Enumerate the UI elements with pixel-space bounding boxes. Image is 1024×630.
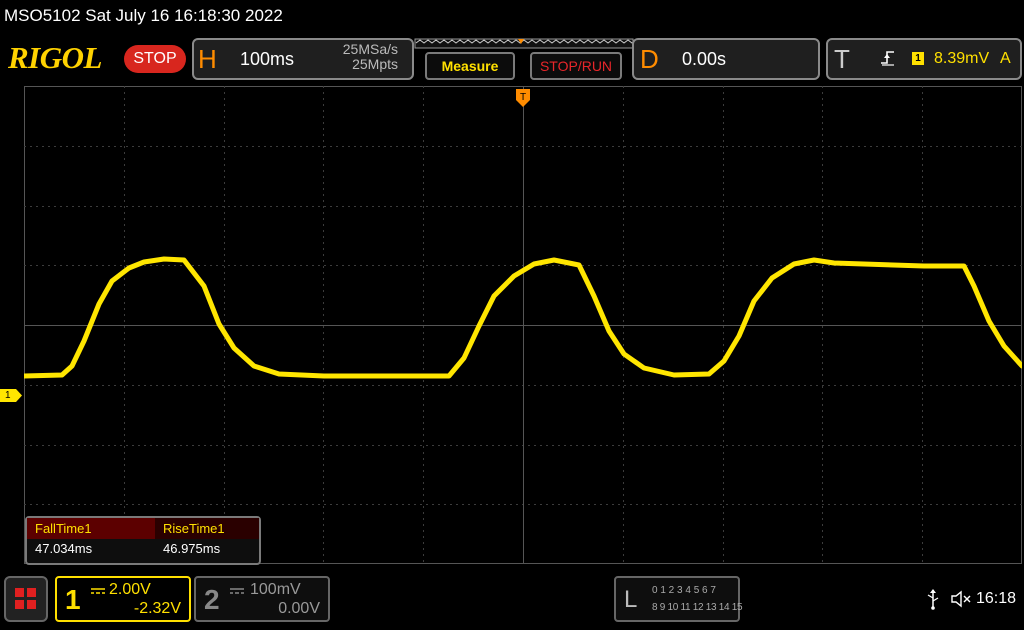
channel1-offset: -2.32V bbox=[133, 600, 181, 617]
sample-info: 25MSa/s 25Mpts bbox=[328, 42, 398, 72]
measurement-value-fall: 47.034ms bbox=[35, 541, 93, 556]
dc-coupling-icon bbox=[91, 588, 105, 594]
trigger-letter: T bbox=[834, 44, 850, 74]
stop-run-button[interactable]: STOP/RUN bbox=[530, 52, 622, 80]
logic-row-2: 8 9 10 11 12 13 14 15 bbox=[652, 602, 743, 613]
channel2-scale: 100mV bbox=[250, 581, 301, 598]
run-state-badge[interactable]: STOP bbox=[124, 45, 186, 73]
menu-grid-icon bbox=[15, 588, 36, 609]
trigger-level: 8.39mV bbox=[934, 50, 990, 67]
delay-letter: D bbox=[640, 44, 659, 74]
trigger-mode: A bbox=[1000, 50, 1011, 67]
horizontal-letter: H bbox=[198, 44, 217, 74]
rising-edge-icon bbox=[881, 51, 894, 66]
sample-rate: 25MSa/s bbox=[342, 41, 398, 57]
measurement-name-fall: FallTime1 bbox=[27, 518, 155, 539]
delay-value: 0.00s bbox=[682, 49, 727, 69]
channel1-number: 1 bbox=[65, 584, 81, 615]
measurement-value-rise: 46.975ms bbox=[163, 541, 221, 556]
clock: 16:18 bbox=[976, 590, 1017, 607]
memory-position-bar[interactable] bbox=[414, 37, 636, 51]
rigol-logo: RIGOL bbox=[8, 40, 102, 75]
channel1-box[interactable]: 1 2.00V -2.32V bbox=[55, 576, 191, 622]
memory-depth: 25Mpts bbox=[352, 56, 398, 72]
logic-channels-box[interactable]: L 0 1 2 3 4 5 6 7 8 9 10 11 12 13 14 15 bbox=[614, 576, 743, 622]
logic-letter: L bbox=[624, 586, 638, 613]
timebase-value: 100ms bbox=[240, 49, 295, 69]
main-menu-button[interactable] bbox=[4, 576, 48, 622]
svg-text:T: T bbox=[520, 92, 526, 103]
logic-row-1: 0 1 2 3 4 5 6 7 bbox=[652, 585, 716, 596]
channel1-offset-marker[interactable] bbox=[0, 389, 22, 402]
waveform-display[interactable] bbox=[24, 86, 1022, 564]
measurement-results[interactable]: FallTime1 47.034ms RiseTime1 46.975ms bbox=[25, 516, 261, 565]
speaker-muted-icon[interactable] bbox=[950, 590, 972, 608]
trigger-panel[interactable] bbox=[826, 38, 1022, 80]
channel1-scale: 2.00V bbox=[109, 581, 151, 598]
measure-button[interactable]: Measure bbox=[425, 52, 515, 80]
channel2-offset: 0.00V bbox=[278, 600, 320, 617]
dc-coupling-icon bbox=[230, 588, 244, 594]
measurement-name-rise: RiseTime1 bbox=[155, 518, 259, 539]
channel2-box[interactable]: 2 100mV 0.00V bbox=[194, 576, 330, 622]
channel2-number: 2 bbox=[204, 584, 220, 615]
measurement-row: FallTime1 47.034ms RiseTime1 46.975ms bbox=[27, 518, 259, 559]
channel1-marker-label: 1 bbox=[5, 390, 11, 401]
trigger-position-marker[interactable]: T bbox=[515, 88, 531, 108]
model-datetime: MSO5102 Sat July 16 16:18:30 2022 bbox=[4, 6, 283, 25]
trigger-channel-badge: 1 bbox=[912, 52, 924, 65]
usb-icon bbox=[927, 589, 939, 610]
